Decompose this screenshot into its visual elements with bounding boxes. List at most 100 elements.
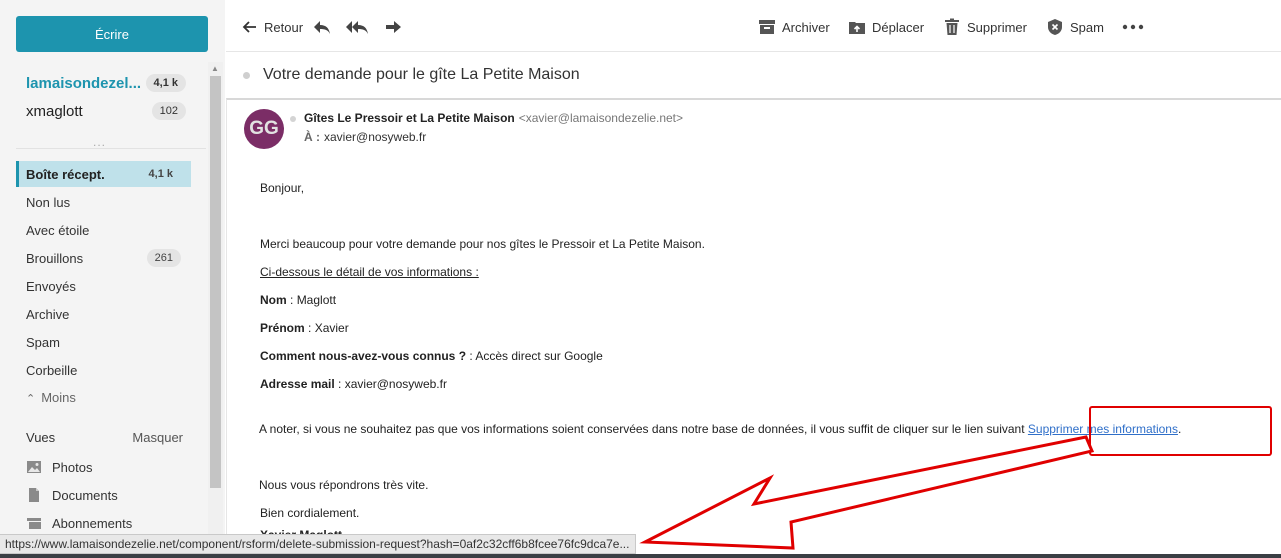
field-email: Adresse mail : xavier@nosyweb.fr: [260, 377, 447, 391]
folder-label: Spam: [26, 334, 60, 350]
scroll-thumb[interactable]: [210, 76, 221, 488]
spam-label: Spam: [1070, 19, 1104, 35]
folder-trash[interactable]: Corbeille: [16, 357, 191, 383]
sender-name: Gîtes Le Pressoir et La Petite Maison: [304, 111, 515, 125]
field-value: xavier@nosyweb.fr: [344, 377, 447, 391]
reply-promise: Nous vous répondrons très vite.: [259, 478, 429, 492]
move-to-folder-icon: [849, 22, 865, 34]
delete-button[interactable]: Supprimer: [943, 16, 1027, 38]
views-title: Vues: [26, 430, 56, 445]
move-label: Déplacer: [872, 19, 925, 35]
folder-spam[interactable]: Spam: [16, 329, 191, 355]
reply-button[interactable]: [312, 17, 332, 37]
folder-label: Archive: [26, 306, 70, 322]
field-value: Xavier: [314, 321, 349, 335]
divider: [16, 148, 206, 149]
field-value: Accès direct sur Google: [475, 349, 603, 363]
message-toolbar: Retour Archiver Déplacer Supprimer Spam: [226, 0, 1281, 52]
folder-sent[interactable]: Envoyés: [16, 273, 191, 299]
chevron-up-icon: ⌃: [26, 392, 36, 405]
arrow-left-icon: [242, 21, 256, 33]
folder-archive[interactable]: Archive: [16, 301, 191, 327]
photo-icon: [27, 461, 41, 473]
field-nom: Nom : Maglott: [260, 293, 337, 307]
view-documents[interactable]: Documents: [26, 484, 118, 506]
trash-icon: [945, 18, 959, 35]
spam-button[interactable]: Spam: [1046, 16, 1104, 38]
back-label: Retour: [264, 19, 304, 35]
folder-label: Non lus: [26, 194, 71, 210]
reply-all-icon: [346, 21, 368, 34]
account-xmaglott[interactable]: xmaglott 102: [26, 100, 186, 122]
field-value: Maglott: [296, 293, 337, 307]
more-actions-button[interactable]: [1122, 17, 1144, 37]
folders-less-toggle[interactable]: ⌃ Moins: [16, 384, 191, 410]
folder-label: Avec étoile: [26, 222, 90, 238]
folder-count: 4,1 k: [148, 168, 173, 180]
more-accounts-toggle[interactable]: ...: [93, 135, 106, 149]
folder-inbox[interactable]: Boîte récept. 4,1 k: [16, 161, 191, 187]
account-name: lamaisondezel...: [26, 74, 142, 92]
to-value[interactable]: xavier@nosyweb.fr: [324, 130, 426, 144]
folder-label: Boîte récept.: [26, 166, 105, 182]
delete-label: Supprimer: [967, 19, 1027, 35]
reply-icon: [314, 21, 330, 34]
view-label: Abonnements: [52, 515, 133, 531]
views-hide-button[interactable]: Masquer: [132, 430, 183, 445]
document-icon: [29, 488, 39, 502]
account-unread-count: 102: [151, 102, 186, 120]
details-intro: Ci-dessous le détail de vos informations…: [260, 265, 479, 279]
greeting: Bonjour,: [260, 181, 305, 195]
field-label: Comment nous-avez-vous connus ?: [260, 349, 467, 363]
read-status-dot-icon[interactable]: [243, 71, 250, 79]
thanks-paragraph: Merci beaucoup pour votre demande pour n…: [260, 237, 705, 251]
folder-label: Corbeille: [26, 362, 78, 378]
sender[interactable]: Gîtes Le Pressoir et La Petite Maison <xa…: [304, 111, 683, 125]
privacy-note: A noter, si vous ne souhaitez pas que vo…: [259, 422, 1181, 436]
folder-unread[interactable]: Non lus: [16, 189, 191, 215]
archive-icon: [759, 20, 775, 34]
window-bottom-edge: [0, 554, 1281, 558]
folder-label: Envoyés: [26, 278, 76, 294]
forward-button[interactable]: [384, 17, 404, 37]
message-pane: GG Gîtes Le Pressoir et La Petite Maison…: [226, 98, 1281, 558]
compose-button[interactable]: Écrire: [16, 16, 208, 52]
message-subject-row: Votre demande pour le gîte La Petite Mai…: [226, 52, 1281, 98]
account-lamaisondezelie[interactable]: lamaisondezel... 4,1 k: [26, 72, 186, 94]
scroll-up-arrow-icon[interactable]: ▲: [211, 64, 219, 73]
view-photos[interactable]: Photos: [26, 456, 92, 478]
view-subscriptions[interactable]: Abonnements: [26, 512, 132, 534]
less-toggle-wrap: ⌃ Moins: [26, 390, 76, 405]
back-button[interactable]: Retour: [240, 16, 303, 38]
sender-email: <xavier@lamaisondezelie.net>: [518, 111, 684, 125]
folder-drafts[interactable]: Brouillons 261: [16, 245, 191, 271]
to-label: À :: [304, 130, 320, 144]
views-header: Vues Masquer: [26, 430, 183, 445]
less-label: Moins: [41, 389, 76, 405]
forward-icon: [386, 21, 401, 33]
subscription-icon: [27, 518, 41, 529]
field-label: Nom: [260, 293, 287, 307]
view-label: Documents: [52, 487, 118, 503]
move-button[interactable]: Déplacer: [848, 16, 924, 38]
field-label: Prénom: [260, 321, 305, 335]
field-prenom: Prénom : Xavier: [260, 321, 349, 335]
field-source: Comment nous-avez-vous connus ? : Accès …: [260, 349, 603, 363]
sender-status-dot-icon: [290, 116, 296, 122]
folder-count: 261: [146, 249, 181, 267]
avatar: GG: [244, 109, 284, 149]
closing: Bien cordialement.: [260, 506, 360, 520]
folder-starred[interactable]: Avec étoile: [16, 217, 191, 243]
account-name: xmaglott: [26, 102, 83, 120]
folder-label: Brouillons: [26, 250, 84, 266]
view-label: Photos: [52, 459, 93, 475]
field-label: Adresse mail: [260, 377, 335, 391]
reply-all-button[interactable]: [346, 17, 370, 37]
recipient: À : xavier@nosyweb.fr: [304, 130, 426, 144]
annotation-highlight-box: [1089, 406, 1272, 456]
shield-icon: [1048, 19, 1062, 35]
archive-button[interactable]: Archiver: [758, 16, 830, 38]
sidebar: Écrire lamaisondezel... 4,1 k xmaglott 1…: [0, 0, 225, 558]
sidebar-scrollbar[interactable]: ▲: [208, 62, 223, 558]
privacy-note-text: A noter, si vous ne souhaitez pas que vo…: [259, 422, 1028, 436]
